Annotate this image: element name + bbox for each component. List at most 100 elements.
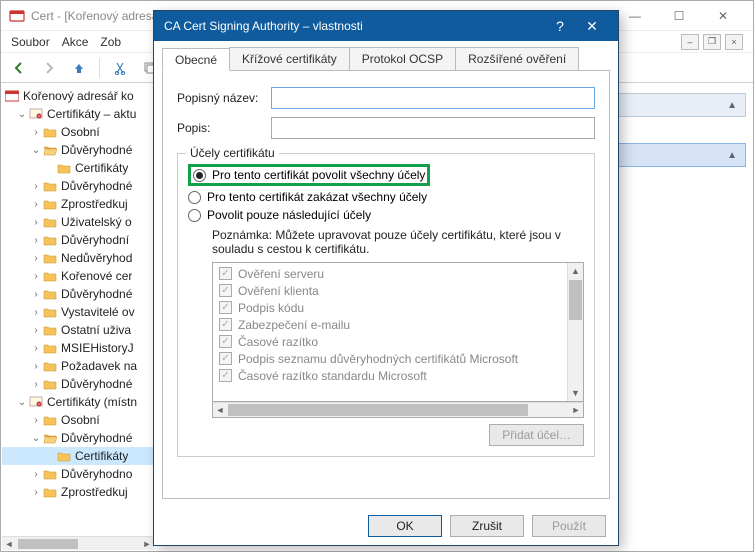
menu-view[interactable]: Zob <box>100 35 121 49</box>
tree-item[interactable]: Certifikáty <box>2 159 153 177</box>
expand-icon[interactable]: › <box>30 199 42 210</box>
radio-enable-only-label: Povolit pouze následující účely <box>207 208 371 222</box>
expand-icon[interactable]: › <box>30 235 42 246</box>
mdi-close[interactable]: × <box>725 34 743 50</box>
expand-icon[interactable]: › <box>30 289 42 300</box>
cut-button[interactable] <box>108 56 132 80</box>
dialog-titlebar[interactable]: CA Cert Signing Authority – vlastnosti ?… <box>154 11 618 41</box>
menu-action[interactable]: Akce <box>62 35 89 49</box>
tab-extended[interactable]: Rozšířené ověření <box>455 47 579 70</box>
tree-root[interactable]: Kořenový adresář ko <box>2 87 153 105</box>
minimize-button[interactable]: — <box>613 2 657 30</box>
radio-enable-only[interactable] <box>188 209 201 222</box>
description-input[interactable] <box>271 117 595 139</box>
purpose-item: ✓Časové razítko standardu Microsoft <box>215 367 565 384</box>
description-label: Popis: <box>177 121 265 135</box>
expand-icon[interactable]: › <box>30 325 42 336</box>
folder-icon <box>56 449 72 463</box>
dialog-help-button[interactable]: ? <box>544 11 576 41</box>
scroll-left-icon[interactable]: ◄ <box>2 538 16 550</box>
tab-general-page: Popisný název: Popis: Účely certifikátu … <box>162 70 610 499</box>
tree-item[interactable]: ›Důvěryhodno <box>2 465 153 483</box>
tree-item[interactable]: ›Zprostředkuj <box>2 483 153 501</box>
menu-file[interactable]: Soubor <box>11 35 50 49</box>
expand-icon[interactable]: › <box>30 271 42 282</box>
scroll-up-icon[interactable]: ▲ <box>568 263 583 279</box>
folder-icon <box>42 305 58 319</box>
collapse-arrow-icon: ▲ <box>727 100 737 111</box>
add-purpose-button[interactable]: Přidat účel… <box>489 424 584 446</box>
expand-icon[interactable]: › <box>30 469 42 480</box>
purpose-item: ✓Časové razítko <box>215 333 565 350</box>
tree-item[interactable]: ›Požadavek na <box>2 357 153 375</box>
scroll-thumb[interactable] <box>569 280 582 320</box>
expand-icon[interactable]: › <box>30 379 42 390</box>
up-button[interactable] <box>67 56 91 80</box>
tree-item[interactable]: ›Důvěryhodné <box>2 285 153 303</box>
radio-enable-all[interactable] <box>193 169 206 182</box>
tree-item[interactable]: ⌄Důvěryhodné <box>2 429 153 447</box>
tree-item[interactable]: ⌄Důvěryhodné <box>2 141 153 159</box>
tree-group-2[interactable]: ⌄ Certifikáty (místn <box>2 393 153 411</box>
expand-icon[interactable]: › <box>30 181 42 192</box>
mdi-restore[interactable]: ❐ <box>703 34 721 50</box>
folder-icon <box>42 377 58 391</box>
scroll-thumb[interactable] <box>228 404 528 416</box>
tree-item[interactable]: ›Nedůvěryhod <box>2 249 153 267</box>
expand-icon[interactable]: › <box>30 217 42 228</box>
tab-general[interactable]: Obecné <box>162 48 230 71</box>
apply-button[interactable]: Použít <box>532 515 606 537</box>
radio-disable-all-label: Pro tento certifikát zakázat všechny úče… <box>207 190 427 204</box>
tree-group-1[interactable]: ⌄ Certifikáty – aktu <box>2 105 153 123</box>
tab-ocsp[interactable]: Protokol OCSP <box>349 47 456 70</box>
mdi-minimize[interactable]: – <box>681 34 699 50</box>
tree-item[interactable]: ›MSIEHistoryJ <box>2 339 153 357</box>
tree-item[interactable]: ›Uživatelský o <box>2 213 153 231</box>
expand-icon[interactable]: › <box>30 343 42 354</box>
folder-icon <box>42 467 58 481</box>
purposes-group: Účely certifikátu Pro tento certifikát p… <box>177 153 595 457</box>
checkbox-disabled: ✓ <box>219 284 232 297</box>
checkbox-disabled: ✓ <box>219 267 232 280</box>
tab-cross-certs[interactable]: Křížové certifikáty <box>229 47 350 70</box>
close-button[interactable]: ✕ <box>701 2 745 30</box>
tree-item[interactable]: ›Důvěryhodné <box>2 375 153 393</box>
cancel-button[interactable]: Zrušit <box>450 515 524 537</box>
collapse-icon[interactable]: ⌄ <box>30 433 42 444</box>
scroll-right-icon[interactable]: ► <box>569 404 583 416</box>
listbox-horizontal-scrollbar[interactable]: ◄ ► <box>212 402 584 418</box>
tree-item[interactable]: ›Zprostředkuj <box>2 195 153 213</box>
tree-item[interactable]: ›Osobní <box>2 123 153 141</box>
tree-item[interactable]: ›Důvěryhodní <box>2 231 153 249</box>
expand-icon[interactable]: › <box>30 307 42 318</box>
scroll-right-icon[interactable]: ► <box>140 538 154 550</box>
ok-button[interactable]: OK <box>368 515 442 537</box>
collapse-icon[interactable]: ⌄ <box>16 109 28 120</box>
expand-icon[interactable]: › <box>30 127 42 138</box>
tree-item[interactable]: Certifikáty <box>2 447 153 465</box>
tree-horizontal-scrollbar[interactable]: ◄ ► <box>2 536 154 550</box>
expand-icon[interactable]: › <box>30 361 42 372</box>
collapse-icon[interactable]: ⌄ <box>16 397 28 408</box>
forward-button[interactable] <box>37 56 61 80</box>
friendly-name-input[interactable] <box>271 87 595 109</box>
back-button[interactable] <box>7 56 31 80</box>
radio-disable-all[interactable] <box>188 191 201 204</box>
folder-icon <box>42 179 58 193</box>
listbox-vertical-scrollbar[interactable]: ▲ ▼ <box>567 263 583 401</box>
tree-panel[interactable]: Kořenový adresář ko ⌄ Certifikáty – aktu… <box>2 85 154 535</box>
tree-item[interactable]: ›Důvěryhodné <box>2 177 153 195</box>
collapse-icon[interactable]: ⌄ <box>30 145 42 156</box>
tree-item[interactable]: ›Ostatní uživa <box>2 321 153 339</box>
expand-icon[interactable]: › <box>30 415 42 426</box>
scroll-left-icon[interactable]: ◄ <box>213 404 227 416</box>
tree-item[interactable]: ›Osobní <box>2 411 153 429</box>
maximize-button[interactable]: ☐ <box>657 2 701 30</box>
expand-icon[interactable]: › <box>30 253 42 264</box>
dialog-close-button[interactable]: ✕ <box>576 11 608 41</box>
tree-item[interactable]: ›Kořenové cer <box>2 267 153 285</box>
expand-icon[interactable]: › <box>30 487 42 498</box>
scroll-thumb[interactable] <box>18 539 78 549</box>
scroll-down-icon[interactable]: ▼ <box>568 385 583 401</box>
tree-item[interactable]: ›Vystavitelé ov <box>2 303 153 321</box>
